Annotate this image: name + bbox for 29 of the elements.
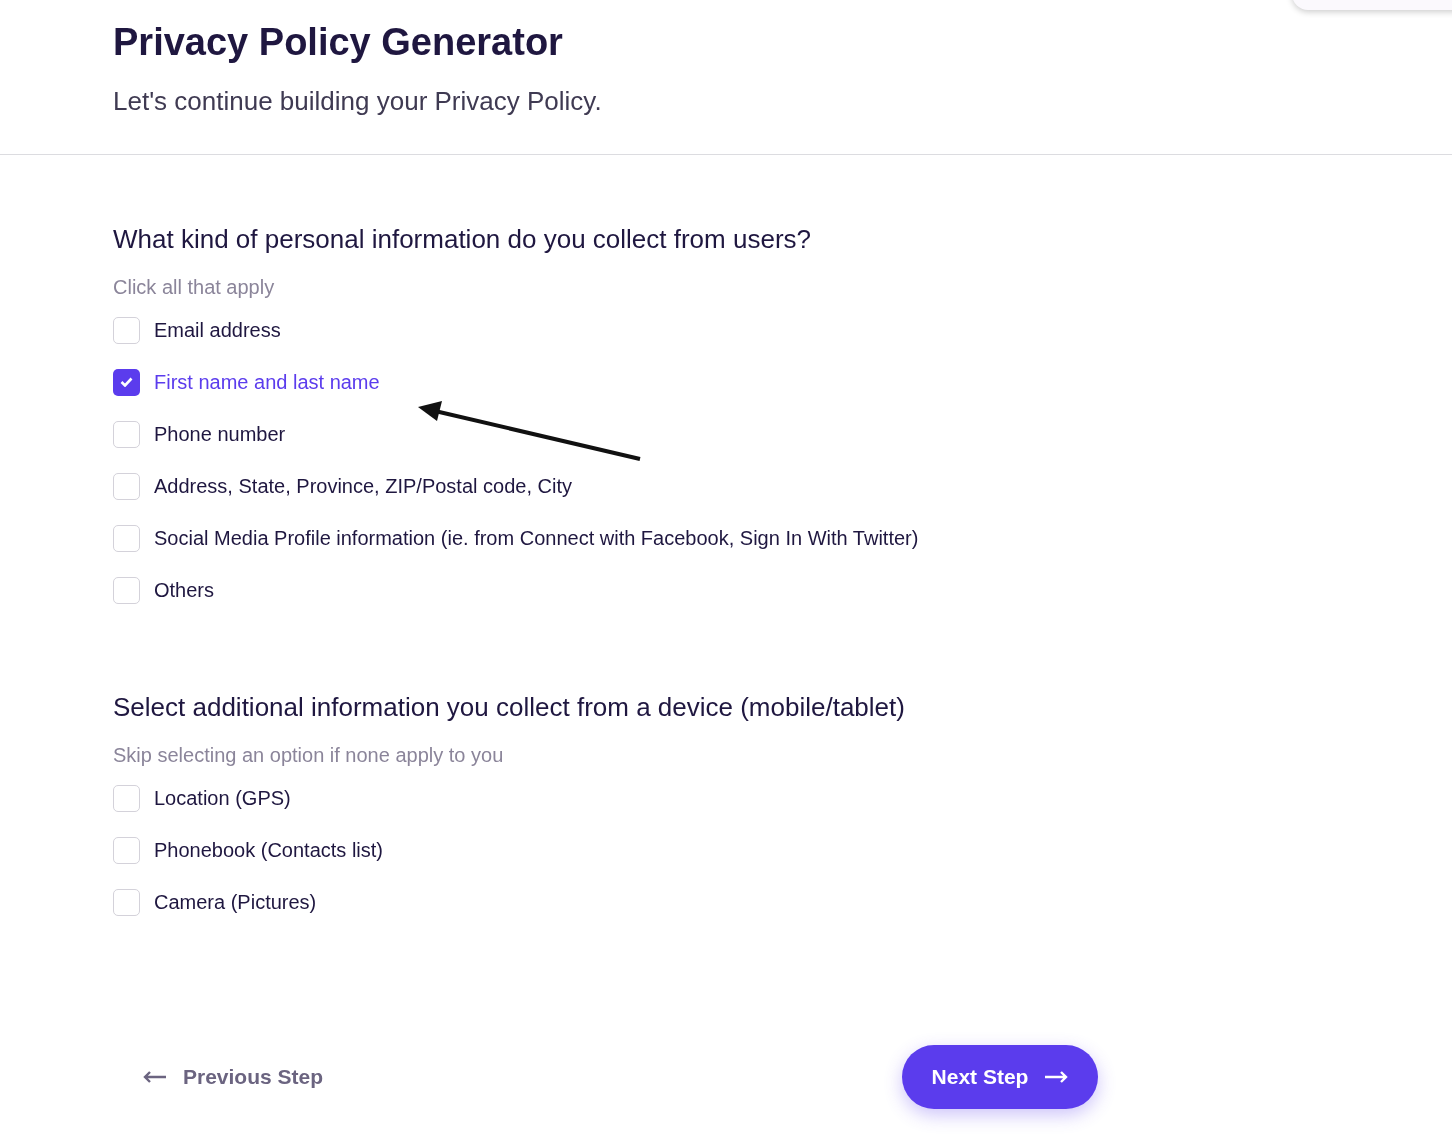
checkbox[interactable] [113, 368, 140, 396]
hint-text: Skip selecting an option if none apply to you [113, 743, 505, 767]
page-subtitle: Let's continue building your Privacy Policy. [113, 85, 603, 117]
question-heading: What kind of personal information do you collect from users? [113, 223, 812, 256]
previous-step-link[interactable]: Previous Step [143, 1061, 324, 1093]
checkbox[interactable] [113, 784, 140, 812]
option-label: Social Media Profile information (ie. from Connect with Facebook, Sign In With Twitter) [154, 526, 919, 551]
checkbox[interactable] [113, 888, 140, 916]
checkbox[interactable] [113, 836, 140, 864]
option-label: Address, State, Province, ZIP/Postal code, City [154, 474, 572, 499]
option-label: Camera (Pictures) [154, 890, 317, 915]
option-label: Others [154, 578, 215, 603]
hint-text: Click all that apply [113, 275, 276, 299]
option-label: Phonebook (Contacts list) [154, 838, 383, 863]
arrow-left-icon [143, 1071, 167, 1083]
question-heading: Select additional information you collect from a device (mobile/tablet) [113, 691, 906, 724]
checkbox[interactable] [113, 576, 140, 604]
checkbox[interactable] [113, 524, 140, 552]
option-label: Email address [154, 318, 281, 343]
page-title: Privacy Policy Generator [113, 20, 564, 64]
arrow-right-icon [1044, 1071, 1069, 1083]
checkbox[interactable] [113, 472, 140, 500]
next-step-button[interactable]: Next Step [902, 1045, 1098, 1109]
option-label: First name and last name [154, 370, 380, 395]
checkbox[interactable] [113, 420, 140, 448]
checkbox[interactable] [113, 316, 140, 344]
option-label: Phone number [154, 422, 286, 447]
checkmark-icon [120, 377, 133, 387]
option-label: Location (GPS) [154, 786, 291, 811]
